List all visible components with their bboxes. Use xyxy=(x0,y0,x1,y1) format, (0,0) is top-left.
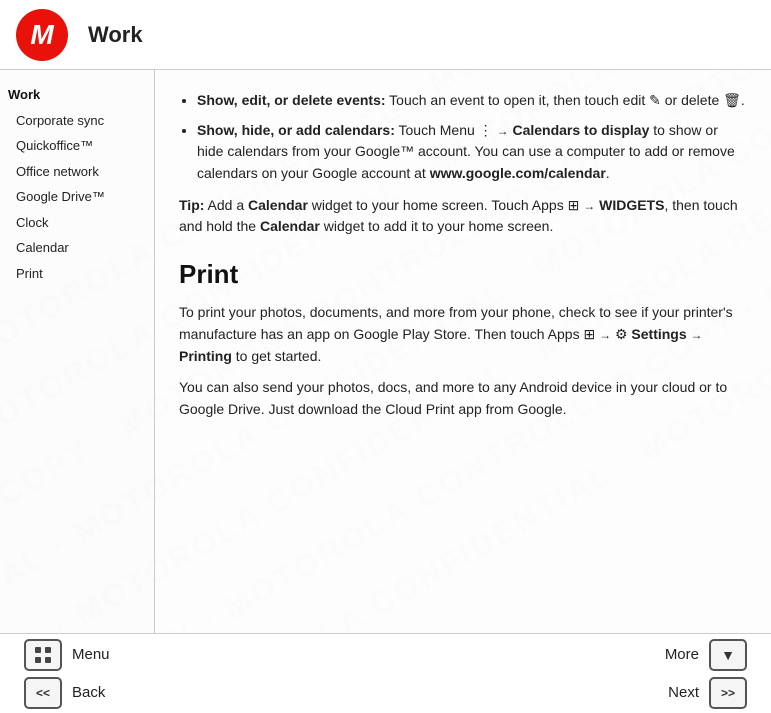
print-paragraph-2: You can also send your photos, docs, and… xyxy=(179,377,747,420)
sidebar: Work Corporate sync Quickoffice™ Office … xyxy=(0,70,155,633)
bullet-label-show-edit: Show, edit, or delete events: xyxy=(197,92,386,108)
sidebar-item-quickoffice[interactable]: Quickoffice™ xyxy=(0,133,154,159)
print-heading: Print xyxy=(179,254,747,294)
back-button[interactable]: << Back xyxy=(24,677,386,709)
bullet-list: Show, edit, or delete events: Touch an e… xyxy=(179,90,747,185)
logo-letter: M xyxy=(30,19,53,51)
sidebar-item-calendar[interactable]: Calendar xyxy=(0,235,154,261)
sidebar-item-google-drive[interactable]: Google Drive™ xyxy=(0,184,154,210)
back-label: Back xyxy=(72,684,105,701)
bullet-text-show-edit: Touch an event to open it, then touch ed… xyxy=(389,92,745,108)
next-label: Next xyxy=(668,684,699,701)
more-button[interactable]: More ▼ xyxy=(665,639,747,671)
sidebar-item-corporate-sync[interactable]: Corporate sync xyxy=(0,108,154,134)
menu-button[interactable]: Menu xyxy=(24,639,386,671)
footer-left: Menu << Back xyxy=(24,639,386,709)
body-area: Work Corporate sync Quickoffice™ Office … xyxy=(0,70,771,633)
menu-icon xyxy=(24,639,62,671)
menu-label: Menu xyxy=(72,646,110,663)
app-container: M Work Work Corporate sync Quickoffice™ … xyxy=(0,0,771,713)
tip-section: Tip: Add a Calendar widget to your home … xyxy=(179,195,747,238)
footer: Menu << Back More ▼ Next >> xyxy=(0,633,771,713)
print-paragraph-1: To print your photos, documents, and mor… xyxy=(179,302,747,367)
bullet-item-show-hide: Show, hide, or add calendars: Touch Menu… xyxy=(197,120,747,185)
more-label: More xyxy=(665,646,699,663)
page-title: Work xyxy=(88,22,143,48)
bullet-label-show-hide: Show, hide, or add calendars: xyxy=(197,122,395,138)
next-icon: >> xyxy=(709,677,747,709)
content-area: Show, edit, or delete events: Touch an e… xyxy=(155,70,771,633)
sidebar-item-office-network[interactable]: Office network xyxy=(0,159,154,185)
sidebar-item-clock[interactable]: Clock xyxy=(0,210,154,236)
menu-grid-icon xyxy=(33,645,53,665)
next-button[interactable]: Next >> xyxy=(668,677,747,709)
more-icon: ▼ xyxy=(709,639,747,671)
back-icon: << xyxy=(24,677,62,709)
motorola-logo: M xyxy=(16,9,68,61)
sidebar-item-work[interactable]: Work xyxy=(0,82,154,108)
sidebar-item-print[interactable]: Print xyxy=(0,261,154,287)
footer-right: More ▼ Next >> xyxy=(386,639,748,709)
tip-text: Tip: Add a Calendar widget to your home … xyxy=(179,195,747,238)
bullet-item-show-edit: Show, edit, or delete events: Touch an e… xyxy=(197,90,747,112)
header: M Work xyxy=(0,0,771,70)
